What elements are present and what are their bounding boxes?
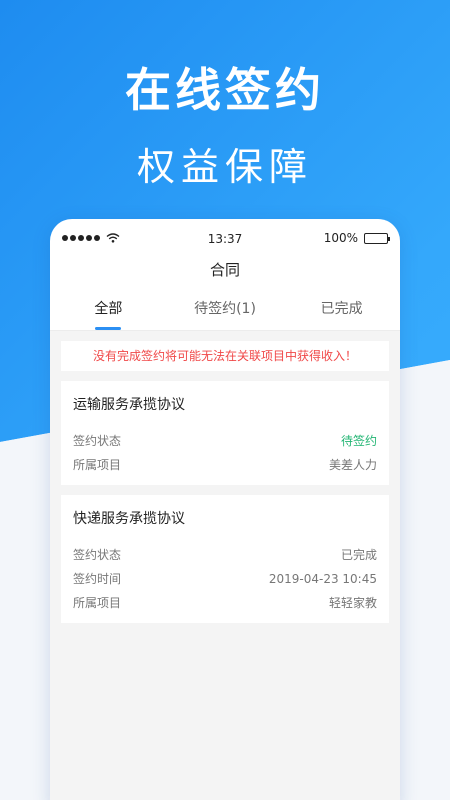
row-label: 签约状态 xyxy=(73,548,122,562)
promo-subline: 权益保障 xyxy=(136,145,313,189)
project-value: 轻轻家教 xyxy=(328,596,377,610)
tab-completed[interactable]: 已完成 xyxy=(283,289,400,330)
row-label: 所属项目 xyxy=(73,596,122,610)
battery-icon xyxy=(364,232,390,244)
project-value: 美差人力 xyxy=(328,458,377,472)
row-label: 所属项目 xyxy=(73,458,122,472)
battery-percent: 100% xyxy=(323,231,358,245)
status-bar: 13:37 100% xyxy=(50,219,400,259)
sign-time-value: 2019-04-23 10:45 xyxy=(268,572,377,586)
contract-card[interactable]: 运输服务承揽协议 签约状态 待签约 所属项目 美差人力 xyxy=(61,381,389,485)
status-value: 待签约 xyxy=(340,434,377,448)
contract-row: 签约时间 2019-04-23 10:45 xyxy=(73,567,377,591)
tab-all[interactable]: 全部 xyxy=(50,289,167,330)
tab-bar: 全部 待签约(1) 已完成 xyxy=(50,289,400,331)
tab-pending[interactable]: 待签约(1) xyxy=(167,289,284,330)
contract-card[interactable]: 快递服务承揽协议 签约状态 已完成 签约时间 2019-04-23 10:45 … xyxy=(61,495,389,623)
page-title: 合同 xyxy=(209,261,240,279)
contract-row: 签约状态 已完成 xyxy=(73,543,377,567)
contract-row: 签约状态 待签约 xyxy=(73,429,377,453)
contract-title: 快递服务承揽协议 xyxy=(73,511,185,527)
status-value: 已完成 xyxy=(340,548,377,562)
row-label: 签约时间 xyxy=(73,572,122,586)
promo-headline: 在线签约 xyxy=(125,63,325,117)
contract-title: 运输服务承揽协议 xyxy=(73,397,185,413)
warning-notice: 没有完成签约将可能无法在关联项目中获得收入！ xyxy=(61,341,389,371)
contract-list: 没有完成签约将可能无法在关联项目中获得收入！ 运输服务承揽协议 签约状态 待签约… xyxy=(50,331,400,800)
row-label: 签约状态 xyxy=(73,434,122,448)
contract-row: 所属项目 轻轻家教 xyxy=(73,591,377,615)
contract-row: 所属项目 美差人力 xyxy=(73,453,377,477)
phone-mockup: 13:37 100% 合同 全部 待签约(1) 已完成 没有完成签约将可能无法在… xyxy=(50,219,400,800)
